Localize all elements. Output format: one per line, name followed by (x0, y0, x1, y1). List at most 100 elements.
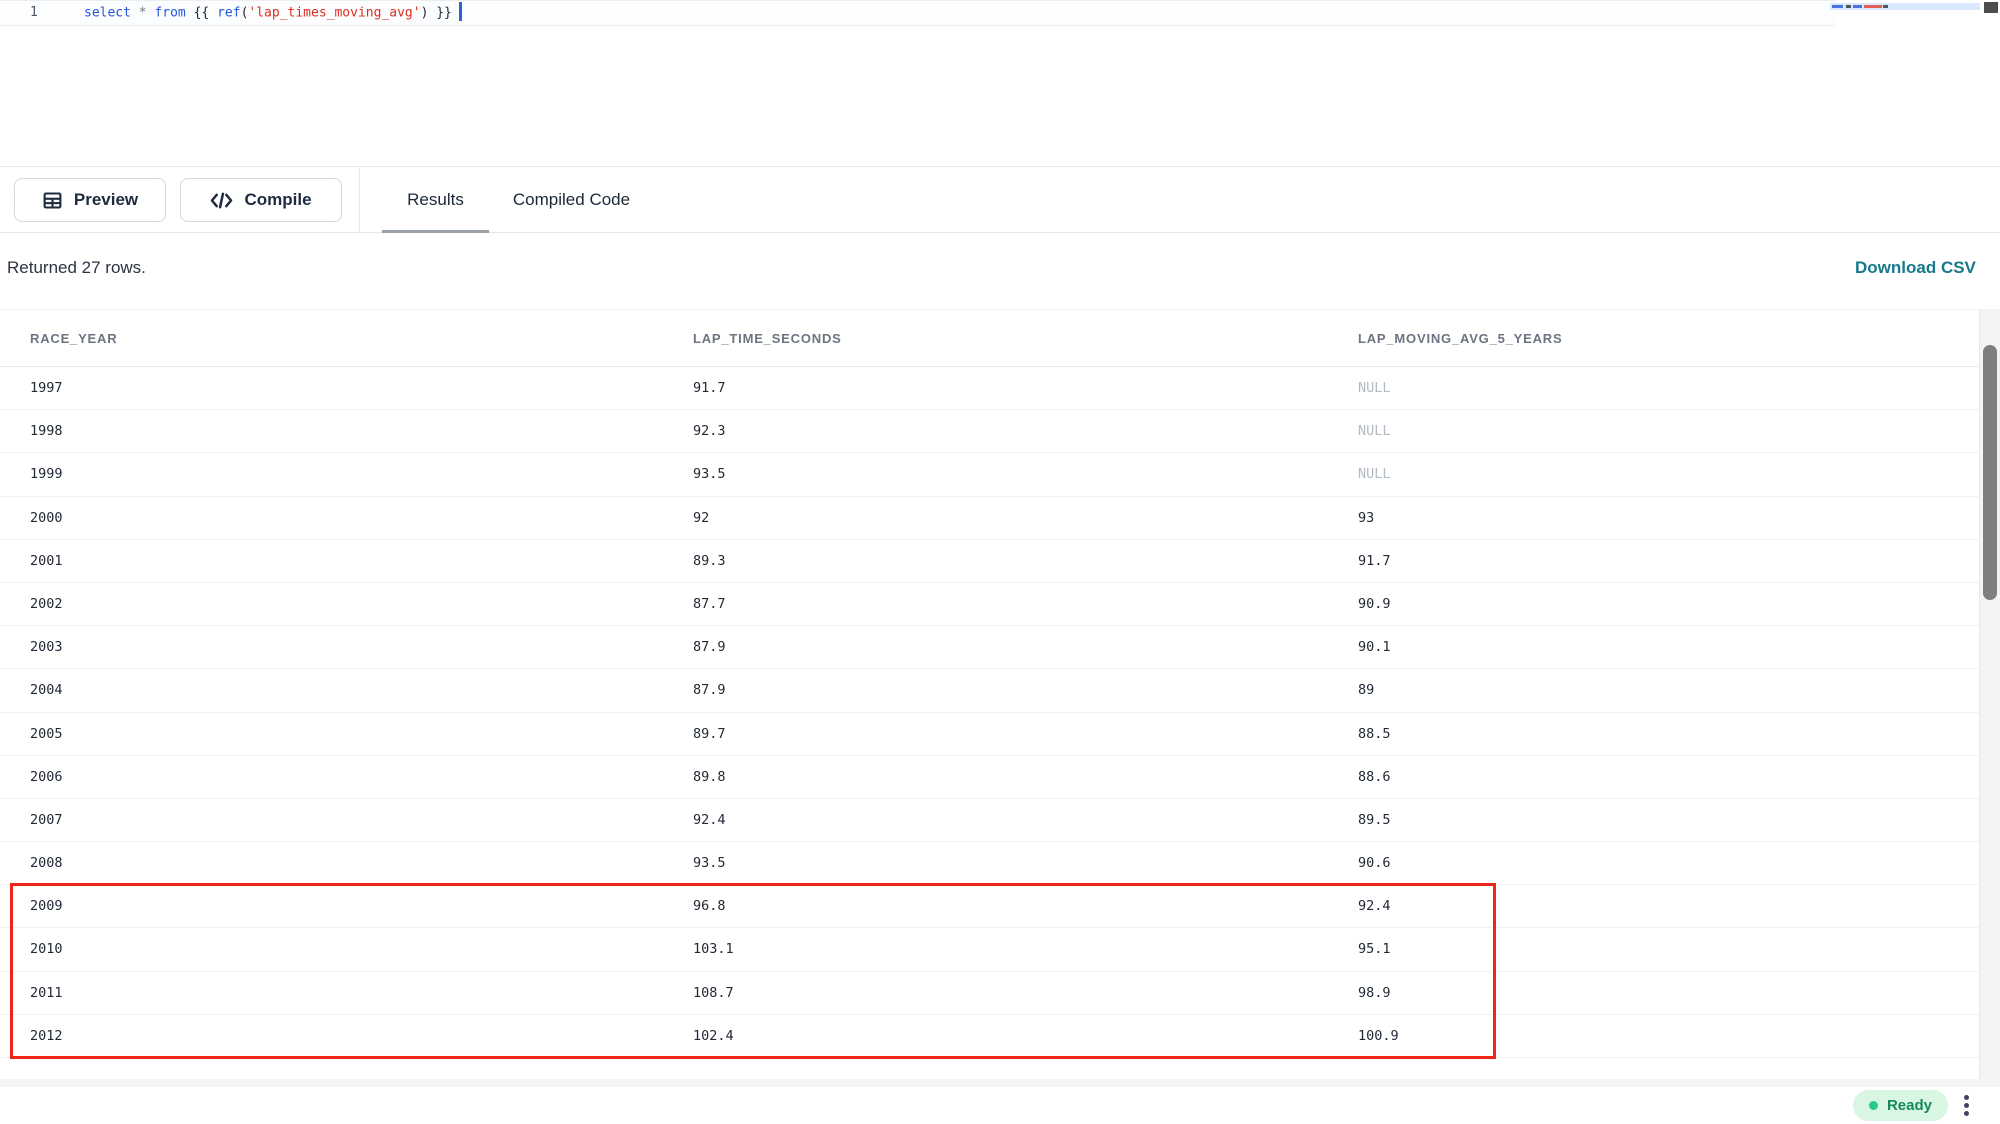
table-row: 2002 87.7 90.9 (0, 583, 1979, 626)
table-cell: 91.7 (693, 367, 726, 410)
table-cell: 89.5 (1358, 799, 1391, 842)
table-cell: 89 (1358, 669, 1374, 712)
table-cell: 90.6 (1358, 842, 1391, 885)
table-cell: 1999 (30, 453, 63, 496)
column-header-lap-moving-avg: LAP_MOVING_AVG_5_YEARS (1358, 310, 1562, 367)
preview-button[interactable]: Preview (14, 178, 166, 222)
kebab-menu-icon[interactable] (1956, 1089, 1976, 1122)
table-cell: 102.4 (693, 1015, 734, 1058)
table-cell: 2006 (30, 756, 63, 799)
table-cell: 92.3 (693, 410, 726, 453)
table-cell: 2012 (30, 1015, 63, 1058)
ready-status-badge[interactable]: Ready (1853, 1090, 1948, 1121)
table-cell: 100.9 (1358, 1015, 1399, 1058)
table-cell: 2010 (30, 928, 63, 971)
table-cell: 2011 (30, 972, 63, 1015)
table-cell: 1997 (30, 367, 63, 410)
table-cell: 88.5 (1358, 713, 1391, 756)
editor-scrollbar-thumb[interactable] (1984, 2, 1998, 13)
table-row: 2011108.798.9 (0, 972, 1979, 1015)
toolbar-divider (359, 167, 360, 233)
table-cell: 89.8 (693, 756, 726, 799)
table-cell: 2008 (30, 842, 63, 885)
column-header-race-year: RACE_YEAR (30, 310, 117, 367)
compile-button-label: Compile (244, 190, 311, 210)
table-row: 2000 92 93 (0, 497, 1979, 540)
table-cell: 96.8 (693, 885, 726, 928)
editor-scrollbar-track[interactable] (1982, 0, 2000, 165)
table-header-row: RACE_YEAR LAP_TIME_SECONDS LAP_MOVING_AV… (0, 310, 1979, 367)
table-cell: 90.1 (1358, 626, 1391, 669)
active-tab-underline (382, 230, 489, 233)
table-row: 2008 93.5 90.6 (0, 842, 1979, 885)
table-cell: 98.9 (1358, 972, 1391, 1015)
status-dot-icon (1869, 1101, 1878, 1110)
results-info-bar: Returned 27 rows. Download CSV (0, 234, 2000, 309)
code-line[interactable]: select * from {{ ref('lap_times_moving_a… (84, 5, 462, 21)
table-row: 2005 89.7 88.5 (0, 713, 1979, 756)
table-row: 1997 91.7 NULL (0, 367, 1979, 410)
tab-results[interactable]: Results (382, 167, 489, 233)
table-cell: 87.7 (693, 583, 726, 626)
table-scrollbar-track[interactable] (1979, 309, 2000, 1079)
table-bottom-edge (0, 1079, 2000, 1087)
table-cell: 90.9 (1358, 583, 1391, 626)
table-cell: 92 (693, 497, 709, 540)
table-cell: 103.1 (693, 928, 734, 971)
table-cell: 91.7 (1358, 540, 1391, 583)
table-grid-icon (42, 190, 63, 211)
table-cell: 87.9 (693, 669, 726, 712)
table-row: 2006 89.8 88.6 (0, 756, 1979, 799)
table-cell: 87.9 (693, 626, 726, 669)
editor-minimap[interactable] (1830, 3, 1980, 10)
table-cell: 89.7 (693, 713, 726, 756)
table-cell: 93 (1358, 497, 1374, 540)
compile-button[interactable]: Compile (180, 178, 342, 222)
preview-button-label: Preview (74, 190, 138, 210)
table-row: 2010 103.1 95.1 (0, 928, 1979, 971)
table-row: 2009 96.8 92.4 (0, 885, 1979, 928)
table-row: 199892.3NULL (0, 410, 1979, 453)
table-cell: 92.4 (693, 799, 726, 842)
minimap-mark (1853, 5, 1862, 8)
table-scrollbar-thumb[interactable] (1983, 345, 1997, 600)
code-editor[interactable]: 1 select * from {{ ref('lap_times_moving… (0, 0, 2000, 165)
results-toolbar: Preview Compile Results Compiled Code (0, 166, 2000, 233)
table-row: 2001 89.3 91.7 (0, 540, 1979, 583)
sql-code: select * from {{ ref('lap_times_moving_a… (84, 6, 452, 21)
column-header-lap-time-seconds: LAP_TIME_SECONDS (693, 310, 842, 367)
download-csv-link[interactable]: Download CSV (1855, 258, 1976, 278)
table-cell: 89.3 (693, 540, 726, 583)
table-cell: 2009 (30, 885, 63, 928)
text-cursor-icon (459, 2, 462, 21)
minimap-mark (1846, 5, 1851, 8)
minimap-mark (1883, 5, 1888, 8)
table-row: 1999 93.5 NULL (0, 453, 1979, 496)
table-row: 200792.489.5 (0, 799, 1979, 842)
minimap-mark (1832, 5, 1843, 8)
table-row: 2003 87.9 90.1 (0, 626, 1979, 669)
table-cell: 2004 (30, 669, 63, 712)
table-row: 2004 87.9 89 (0, 669, 1979, 712)
table-cell: 93.5 (693, 453, 726, 496)
table-body: 199791.7NULL199892.3NULL199993.5NULL2000… (0, 367, 1979, 1080)
table-cell: 88.6 (1358, 756, 1391, 799)
minimap-mark (1864, 5, 1882, 8)
table-cell: 2000 (30, 497, 63, 540)
results-table: RACE_YEAR LAP_TIME_SECONDS LAP_MOVING_AV… (0, 309, 2000, 1079)
table-cell: 2001 (30, 540, 63, 583)
line-number: 1 (30, 5, 38, 20)
table-cell: 2003 (30, 626, 63, 669)
tab-compiled-code[interactable]: Compiled Code (505, 167, 638, 233)
table-cell: NULL (1358, 410, 1391, 453)
table-cell: 2002 (30, 583, 63, 626)
table-cell: NULL (1358, 453, 1391, 496)
table-cell: NULL (1358, 367, 1391, 410)
table-cell: 92.4 (1358, 885, 1391, 928)
table-cell: 93.5 (693, 842, 726, 885)
table-cell: 2005 (30, 713, 63, 756)
table-row: 2012 102.4 100.9 (0, 1015, 1979, 1058)
table-cell: 95.1 (1358, 928, 1391, 971)
code-icon (210, 190, 233, 211)
status-bar: Ready (0, 1087, 2000, 1124)
